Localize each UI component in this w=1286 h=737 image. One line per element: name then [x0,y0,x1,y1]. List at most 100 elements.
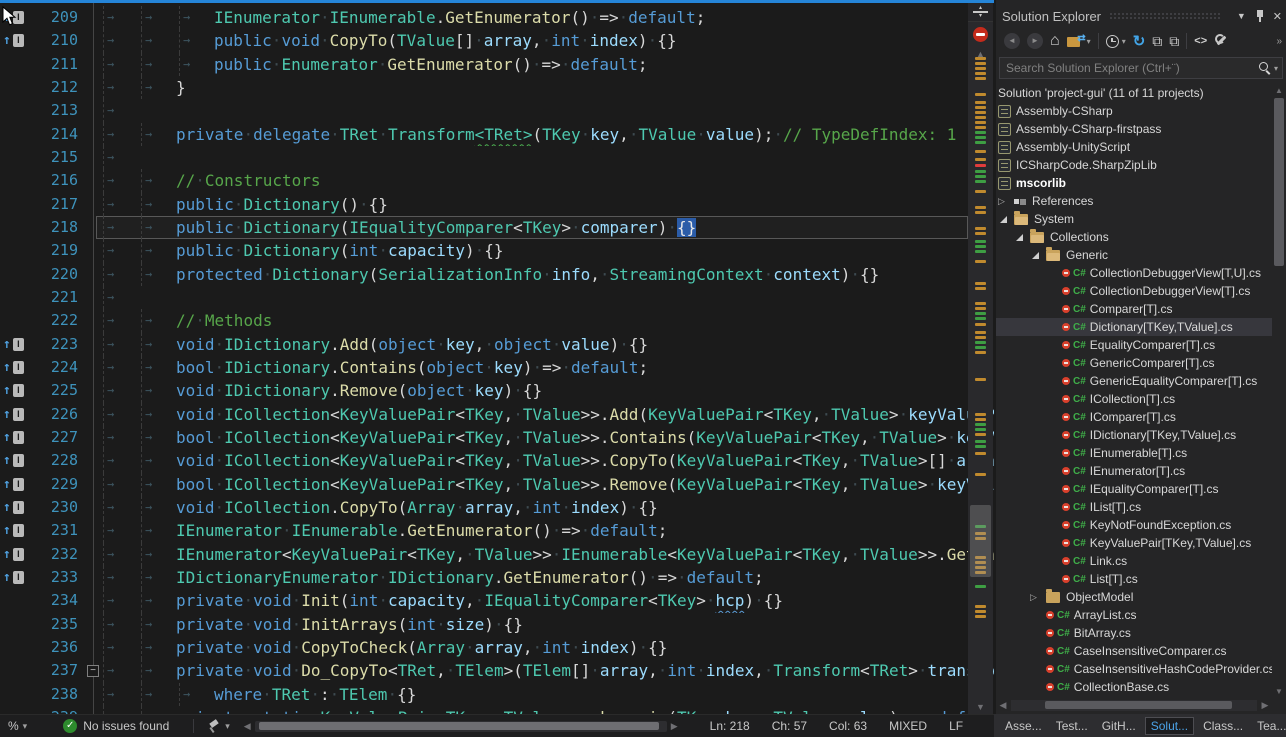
code-text[interactable]: public·Dictionary(int·capacity)·{} [100,239,994,262]
implements-indicator-icon[interactable]: ↑I [3,519,24,542]
code-line-226[interactable]: ↑I226void·ICollection<KeyValuePair<TKey,… [0,403,994,426]
zoom-level-control[interactable]: % [8,719,19,733]
code-text[interactable]: private·delegate·TRet·Transform<TRet>(TK… [100,123,994,146]
code-text[interactable]: IDictionaryEnumerator·IDictionary.GetEnu… [100,566,994,589]
line-indicator[interactable]: Ln: 218 [710,719,750,733]
collapse-all-icon[interactable]: ⧉ [1152,33,1162,49]
code-text[interactable]: void·IDictionary.Add(object·key,·object·… [100,333,994,356]
code-text[interactable] [100,146,994,169]
code-line-238[interactable]: 238where·TRet·:·TElem·{} [0,683,994,706]
forward-button[interactable]: ► [1027,33,1043,49]
code-text[interactable]: void·ICollection<KeyValuePair<TKey,·TVal… [100,403,994,426]
tree-item-bitarray-cs[interactable]: C#BitArray.cs [996,624,1272,642]
code-line-210[interactable]: ↑I210public·void·CopyTo(TValue[]·array,·… [0,29,994,52]
brush-icon[interactable] [208,720,221,733]
code-line-219[interactable]: 219public·Dictionary(int·capacity)·{} [0,239,994,262]
code-text[interactable]: void·IDictionary.Remove(object·key)·{} [100,379,994,402]
code-text[interactable]: void·ICollection.CopyTo(Array·array,·int… [100,496,994,519]
code-text[interactable]: where·TRet·:·TElem·{} [100,683,994,706]
scroll-up-icon[interactable]: ▲ [1273,86,1285,95]
tree-item-generic[interactable]: Generic [996,246,1272,264]
implements-indicator-icon[interactable]: ↑I [3,449,24,472]
pin-icon[interactable] [1255,9,1265,23]
tree-item-collectiondebuggerview-t-cs[interactable]: C#CollectionDebuggerView[T].cs [996,282,1272,300]
issues-indicator[interactable]: ✓ No issues found [63,719,169,733]
hscroll-right-icon[interactable]: ▶ [671,721,678,732]
code-text[interactable]: IEnumerator·IEnumerable.GetEnumerator()·… [100,519,994,542]
chevron-collapsed-icon[interactable]: ▷ [998,196,1014,207]
tree-item-caseinsensitivehashcodeprovider-cs[interactable]: C#CaseInsensitiveHashCodeProvider.cs [996,660,1272,678]
solution-explorer-search[interactable]: ▾ [999,57,1283,79]
chevron-expanded-icon[interactable] [1030,248,1046,262]
tree-item-equalitycomparer-t-cs[interactable]: C#EqualityComparer[T].cs [996,336,1272,354]
tree-item-assembly-csharp-firstpass[interactable]: Assembly-CSharp-firstpass [996,120,1272,138]
tree-item-genericcomparer-t-cs[interactable]: C#GenericComparer[T].cs [996,354,1272,372]
refresh-icon[interactable]: ↻ [1133,32,1146,50]
tree-item-icsharpcode-sharpziplib[interactable]: ICSharpCode.SharpZipLib [996,156,1272,174]
tree-item-ilist-t-cs[interactable]: C#IList[T].cs [996,498,1272,516]
pending-changes-filter-icon[interactable] [1106,35,1119,48]
panel-tab-solut[interactable]: Solut... [1145,717,1194,735]
implements-indicator-icon[interactable]: ↑I [3,473,24,496]
editor-horizontal-scrollbar[interactable] [255,721,667,732]
code-text[interactable]: public·Dictionary()·{} [100,193,994,216]
chevron-expanded-icon[interactable] [1014,230,1030,244]
tree-item-solution-project-gui-11-of-11-projects-[interactable]: Solution 'project-gui' (11 of 11 project… [996,84,1272,102]
code-text[interactable] [100,99,994,122]
code-editor[interactable]: ↑I209IEnumerator·IEnumerable.GetEnumerat… [0,0,994,714]
code-text[interactable]: } [100,76,994,99]
properties-wrench-icon[interactable] [1214,34,1228,48]
tree-item-iequalitycomparer-t-cs[interactable]: C#IEqualityComparer[T].cs [996,480,1272,498]
tree-item-idictionary-tkey-tvalue-cs[interactable]: C#IDictionary[TKey,TValue].cs [996,426,1272,444]
tree-vertical-scrollbar[interactable]: ▲ ▼ [1273,86,1285,696]
code-text[interactable]: private·void·InitArrays(int·size)·{} [100,613,994,636]
tree-item-keynotfoundexception-cs[interactable]: C#KeyNotFoundException.cs [996,516,1272,534]
code-text[interactable] [100,286,994,309]
code-line-236[interactable]: 236private·void·CopyToCheck(Array·array,… [0,636,994,659]
code-line-216[interactable]: 216//·Constructors [0,169,994,192]
search-input[interactable] [1000,61,1258,75]
line-ending-indicator[interactable]: LF [949,719,963,733]
sync-with-active-document-icon[interactable] [1067,34,1084,49]
code-line-213[interactable]: 213 [0,99,994,122]
code-text[interactable]: public·Enumerator·GetEnumerator()·=>·def… [100,53,994,76]
tree-horizontal-scrollbar[interactable]: ◀ ▶ [998,699,1270,711]
chevron-collapsed-icon[interactable]: ▷ [1030,592,1046,603]
tree-item-icollection-t-cs[interactable]: C#ICollection[T].cs [996,390,1272,408]
code-text[interactable]: public·Dictionary(IEqualityComparer<TKey… [100,216,994,239]
chevron-down-icon[interactable]: ▾ [23,721,28,732]
code-line-222[interactable]: 222//·Methods [0,309,994,332]
tree-item-arraylist-cs[interactable]: C#ArrayList.cs [996,606,1272,624]
fold-collapse-icon[interactable]: − [87,665,99,677]
code-line-225[interactable]: ↑I225void·IDictionary.Remove(object·key)… [0,379,994,402]
editor-vertical-scrollbar[interactable]: ▴ ▾ ▲ ▼ [968,3,993,714]
tree-item-objectmodel[interactable]: ▷ObjectModel [996,588,1272,606]
code-line-220[interactable]: 220protected·Dictionary(SerializationInf… [0,263,994,286]
panel-tab-asse[interactable]: Asse... [1000,718,1047,734]
tree-item-ienumerator-t-cs[interactable]: C#IEnumerator[T].cs [996,462,1272,480]
code-line-237[interactable]: 237private·void·Do_CopyTo<TRet,·TElem>(T… [0,659,994,682]
encoding-indicator[interactable]: MIXED [889,719,927,733]
implements-indicator-icon[interactable]: ↑I [3,333,24,356]
chevron-expanded-icon[interactable] [998,212,1014,226]
tree-item-genericequalitycomparer-t-cs[interactable]: C#GenericEqualityComparer[T].cs [996,372,1272,390]
implements-indicator-icon[interactable]: ↑I [3,426,24,449]
code-line-239[interactable]: 239private·static·KeyValuePair<TKey,·TVa… [0,706,994,714]
implements-indicator-icon[interactable]: ↑I [3,496,24,519]
hscroll-thumb[interactable] [259,722,659,730]
panel-tab-tea[interactable]: Tea... [1252,718,1286,734]
tree-item-references[interactable]: ▷References [996,192,1272,210]
editor-scrollbar-thumb[interactable] [970,505,991,577]
code-text[interactable]: bool·ICollection<KeyValuePair<TKey,·TVal… [100,426,994,449]
tree-item-link-cs[interactable]: C#Link.cs [996,552,1272,570]
vscroll-thumb[interactable] [1274,98,1284,266]
hscroll-left-icon[interactable]: ◀ [998,700,1008,711]
implements-indicator-icon[interactable]: ↑I [3,566,24,589]
code-line-228[interactable]: ↑I228void·ICollection<KeyValuePair<TKey,… [0,449,994,472]
code-line-217[interactable]: 217public·Dictionary()·{} [0,193,994,216]
tree-item-collections[interactable]: Collections [996,228,1272,246]
solution-explorer-titlebar[interactable]: Solution Explorer ▼ ✕ [1002,6,1282,26]
code-line-230[interactable]: ↑I230void·ICollection.CopyTo(Array·array… [0,496,994,519]
implements-indicator-icon[interactable]: ↑I [3,356,24,379]
code-text[interactable]: bool·IDictionary.Contains(object·key)·=>… [100,356,994,379]
